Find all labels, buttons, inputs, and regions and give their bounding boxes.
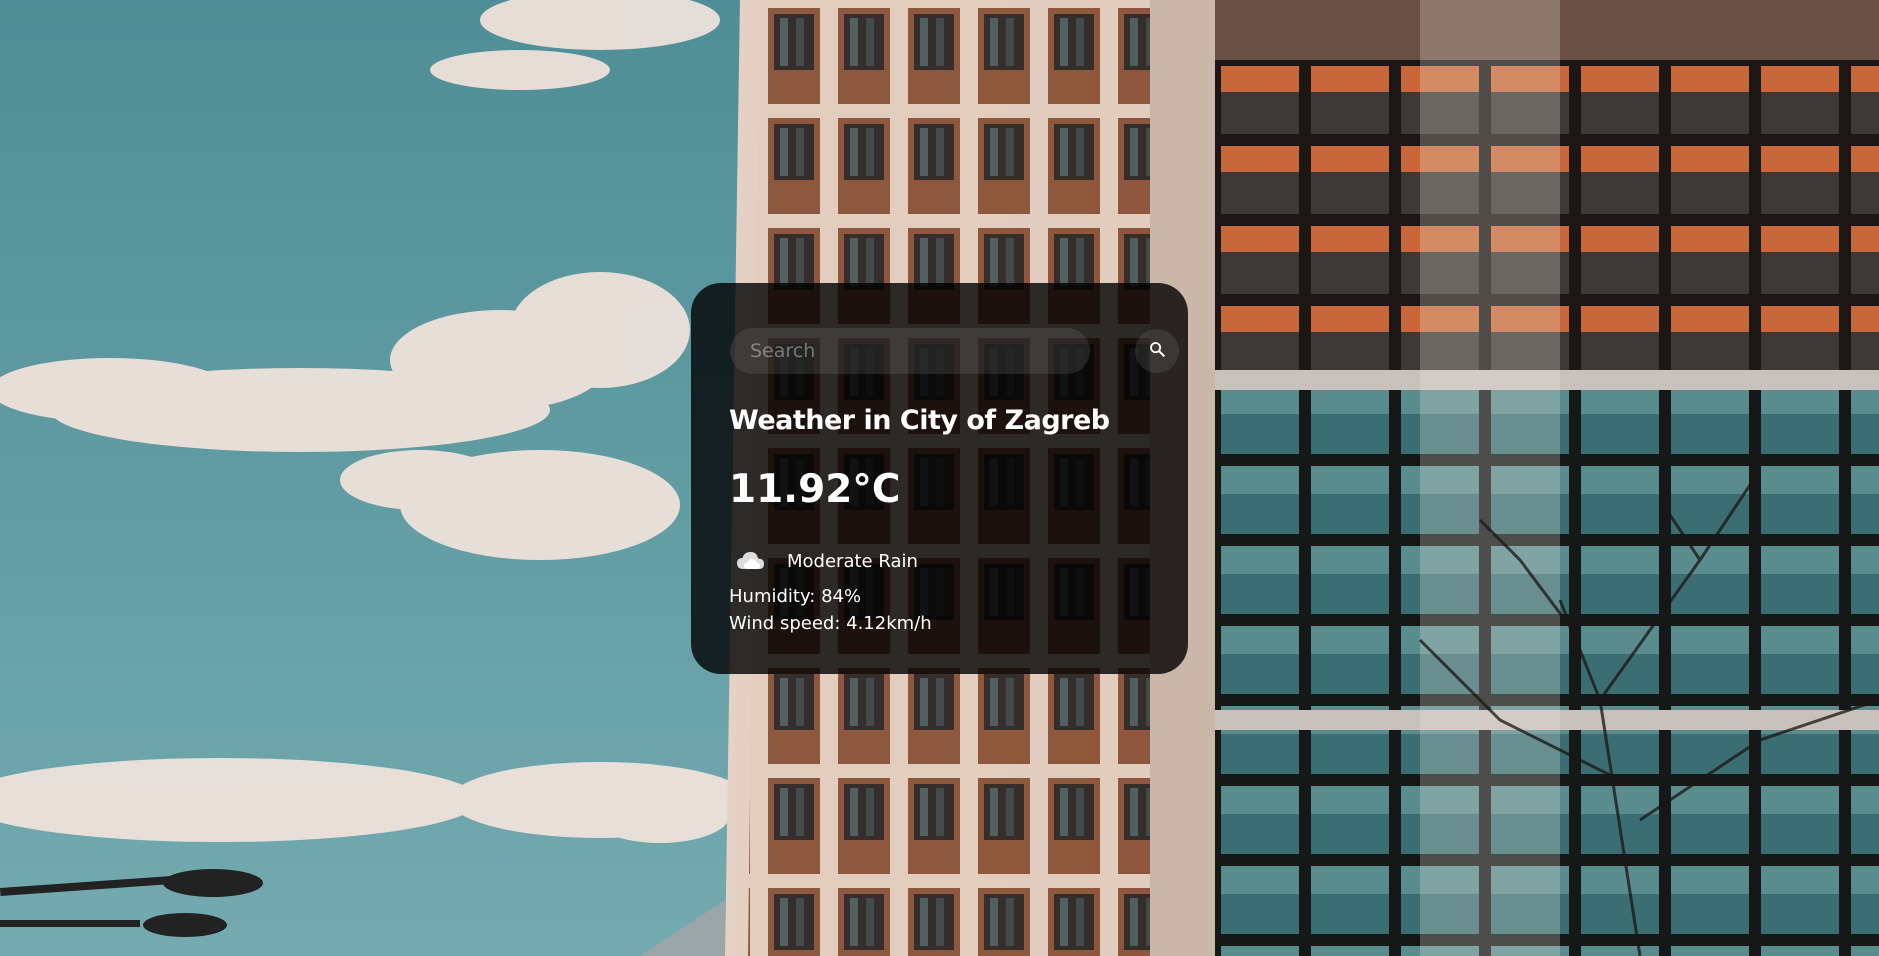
humidity-text: Humidity: 84% <box>729 586 862 607</box>
condition-row: Moderate Rain <box>729 541 918 581</box>
search-input[interactable] <box>730 328 1090 374</box>
search-button[interactable] <box>1135 329 1179 373</box>
condition-text: Moderate Rain <box>787 550 918 572</box>
wind-speed-text: Wind speed: 4.12km/h <box>729 613 932 634</box>
location-title: Weather in City of Zagreb <box>729 405 1110 436</box>
search-icon <box>1149 341 1166 361</box>
weather-card: Weather in City of Zagreb 11.92°C Modera… <box>691 283 1188 674</box>
temperature: 11.92°C <box>729 467 901 512</box>
cloud-rain-icon <box>729 541 773 581</box>
search-bar <box>730 328 1179 374</box>
